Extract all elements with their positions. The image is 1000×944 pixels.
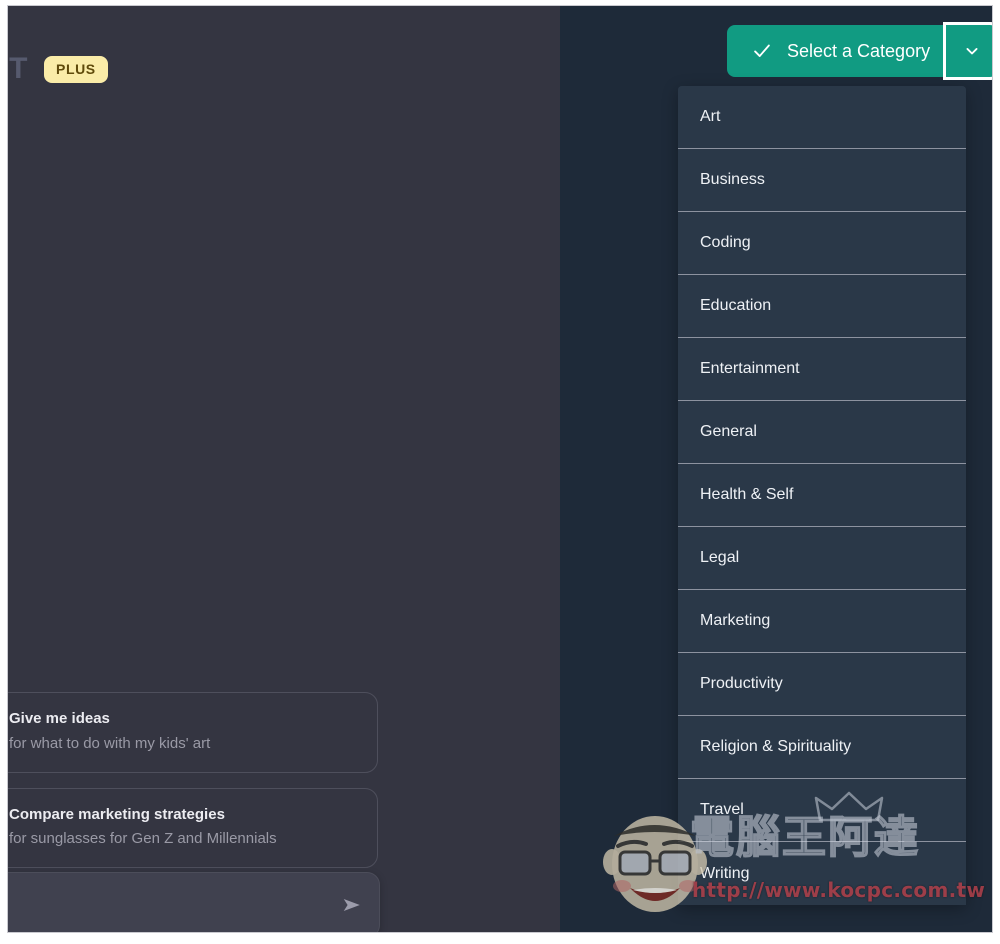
- category-option-travel[interactable]: Travel: [678, 779, 966, 842]
- category-option-general[interactable]: General: [678, 401, 966, 464]
- chat-pane: ChatGPT PLUS Give me ideas for what to d…: [8, 6, 560, 932]
- select-category-label: Select a Category: [787, 40, 931, 61]
- category-option-marketing[interactable]: Marketing: [678, 590, 966, 653]
- suggestion-card-subtitle: for what to do with my kids' art: [9, 734, 211, 752]
- send-button[interactable]: [339, 892, 365, 918]
- category-option-art[interactable]: Art: [678, 86, 966, 149]
- send-arrow-icon: [343, 899, 360, 911]
- category-option-legal[interactable]: Legal: [678, 527, 966, 590]
- message-composer: [8, 872, 380, 932]
- suggestion-card[interactable]: Compare marketing strategies for sunglas…: [8, 787, 378, 868]
- app-window: ChatGPT PLUS Give me ideas for what to d…: [8, 6, 992, 932]
- chevron-down-icon: [966, 48, 978, 55]
- category-option-education[interactable]: Education: [678, 275, 966, 338]
- plus-plan-badge: PLUS: [44, 55, 108, 83]
- suggestion-card-title: Give me ideas: [9, 710, 110, 727]
- category-option-religion-and-spirituality[interactable]: Religion & Spirituality: [678, 716, 966, 779]
- category-dropdown-toggle[interactable]: [946, 25, 992, 77]
- category-dropdown-list: Art Business Coding Education Entertainm…: [678, 86, 966, 905]
- category-option-productivity[interactable]: Productivity: [678, 653, 966, 716]
- suggestion-card-title: Compare marketing strategies: [9, 805, 225, 823]
- category-option-business[interactable]: Business: [678, 149, 966, 212]
- suggestion-card-subtitle: for sunglasses for Gen Z and Millennials: [9, 830, 277, 848]
- message-input[interactable]: [8, 873, 379, 932]
- check-icon: [754, 44, 770, 57]
- suggestion-card-list: Give me ideas for what to do with my kid…: [8, 692, 378, 868]
- category-option-health-and-self[interactable]: Health & Self: [678, 464, 966, 527]
- brand-row: ChatGPT PLUS: [8, 54, 108, 84]
- category-option-writing[interactable]: Writing: [678, 842, 966, 905]
- chatgpt-wordmark: ChatGPT: [8, 54, 28, 84]
- category-option-entertainment[interactable]: Entertainment: [678, 338, 966, 401]
- category-option-coding[interactable]: Coding: [678, 212, 966, 275]
- category-pane: Select a Category Art Business Coding Ed…: [560, 6, 992, 932]
- select-category-control: Select a Category: [727, 25, 992, 77]
- suggestion-card[interactable]: Give me ideas for what to do with my kid…: [8, 692, 378, 773]
- select-category-button[interactable]: Select a Category: [727, 25, 947, 77]
